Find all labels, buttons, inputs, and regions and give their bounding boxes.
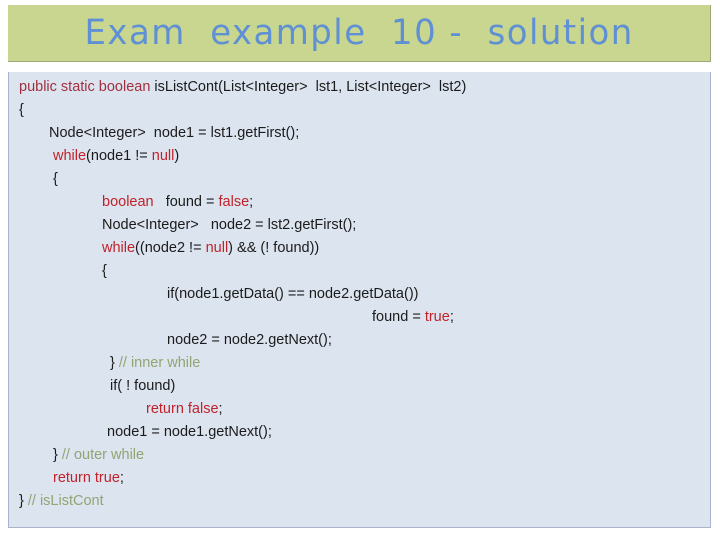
code-line: if( ! found) bbox=[9, 375, 710, 398]
code-token: { bbox=[102, 263, 107, 279]
slide-title-band: Exam example 10 - solution bbox=[8, 5, 711, 62]
code-token: (node1 != bbox=[86, 148, 152, 164]
code-token: if( ! found) bbox=[110, 378, 176, 394]
code-token: // isListCont bbox=[27, 493, 104, 509]
code-line: while((node2 != null) && (! found)) bbox=[9, 237, 710, 260]
code-line: { bbox=[9, 168, 710, 191]
code-line: return true; bbox=[9, 467, 710, 490]
code-token: return true bbox=[53, 470, 120, 486]
code-token: node1 = node1.getNext(); bbox=[107, 424, 272, 440]
code-token: while bbox=[102, 240, 136, 256]
code-token: ; bbox=[218, 401, 223, 417]
code-token: while bbox=[53, 148, 87, 164]
code-line: node1 = node1.getNext(); bbox=[9, 421, 710, 444]
code-token: Node<Integer> node1 = lst1.getFirst(); bbox=[49, 125, 300, 141]
code-token: { bbox=[19, 102, 24, 118]
code-line: } // outer while bbox=[9, 444, 710, 467]
code-token: public static boolean bbox=[19, 79, 155, 95]
code-line: } // isListCont bbox=[9, 490, 710, 513]
code-line: } // inner while bbox=[9, 352, 710, 375]
code-line: public static boolean isListCont(List<In… bbox=[9, 76, 710, 99]
code-line: { bbox=[9, 260, 710, 283]
code-token: ; bbox=[449, 309, 454, 325]
code-token: node2 = node2.getNext(); bbox=[167, 332, 332, 348]
code-token: ; bbox=[249, 194, 254, 210]
code-line: Node<Integer> node1 = lst1.getFirst(); bbox=[9, 122, 710, 145]
page-title: Exam example 10 - solution bbox=[84, 12, 634, 53]
code-token: } bbox=[53, 447, 62, 463]
code-token: found = bbox=[372, 309, 425, 325]
code-token: null bbox=[151, 148, 175, 164]
code-lines-container: public static boolean isListCont(List<In… bbox=[9, 76, 710, 513]
code-token: } bbox=[19, 493, 28, 509]
code-token: { bbox=[53, 171, 58, 187]
code-token: found = bbox=[153, 194, 219, 210]
code-token: ) bbox=[174, 148, 180, 164]
code-line: found = true; bbox=[9, 306, 710, 329]
code-line: while(node1 != null) bbox=[9, 145, 710, 168]
code-block-panel: public static boolean isListCont(List<In… bbox=[8, 72, 711, 528]
code-token: false bbox=[218, 194, 250, 210]
code-token: } bbox=[110, 355, 119, 371]
code-token: Node<Integer> node2 = lst2.getFirst(); bbox=[102, 217, 357, 233]
code-line: Node<Integer> node2 = lst2.getFirst(); bbox=[9, 214, 710, 237]
code-token: isListCont(List<Integer> lst1, List<Inte… bbox=[154, 79, 467, 95]
code-line: return false; bbox=[9, 398, 710, 421]
code-token: null bbox=[205, 240, 229, 256]
code-token: return false bbox=[146, 401, 219, 417]
code-token: // outer while bbox=[61, 447, 145, 463]
code-token: if(node1.getData() == node2.getData()) bbox=[167, 286, 419, 302]
code-token: boolean bbox=[102, 194, 154, 210]
code-line: node2 = node2.getNext(); bbox=[9, 329, 710, 352]
code-token: ((node2 != bbox=[135, 240, 206, 256]
code-line: { bbox=[9, 99, 710, 122]
code-line: boolean found = false; bbox=[9, 191, 710, 214]
code-token: ; bbox=[119, 470, 124, 486]
code-line: if(node1.getData() == node2.getData()) bbox=[9, 283, 710, 306]
code-token: true bbox=[424, 309, 450, 325]
code-token: // inner while bbox=[118, 355, 201, 371]
code-token: ) && (! found)) bbox=[228, 240, 320, 256]
